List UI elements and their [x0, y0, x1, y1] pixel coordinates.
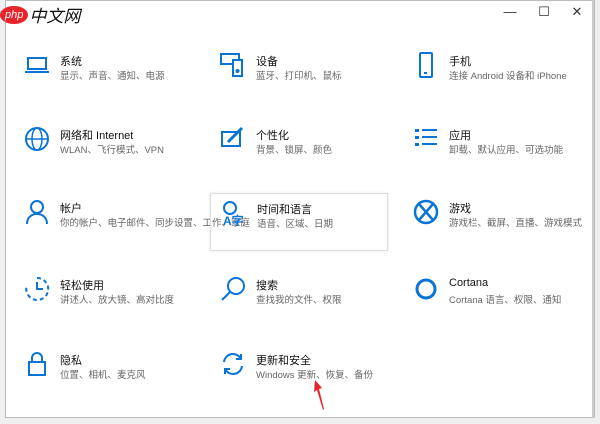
ease-of-access-icon: [24, 276, 50, 302]
personalization-icon: [220, 126, 246, 152]
globe-icon: [24, 126, 50, 152]
scrollbar[interactable]: [592, 0, 594, 418]
tile-subtitle: 游戏栏、截屏、直播、游戏模式: [449, 218, 583, 229]
settings-tile[interactable]: 游戏游戏栏、截屏、直播、游戏模式: [403, 193, 583, 251]
tile-title: 设备: [256, 56, 278, 68]
settings-tile[interactable]: 系统显示、声音、通知、电源: [14, 46, 192, 104]
laptop-icon: [24, 52, 50, 78]
tile-subtitle: 显示、声音、通知、电源: [60, 71, 165, 82]
tile-title: 时间和语言: [257, 204, 312, 216]
tile-subtitle: 背景、锁屏、颜色: [256, 145, 333, 156]
settings-tile[interactable]: 网络和 Internet WLAN、飞行模式、VPN: [14, 120, 192, 178]
close-button[interactable]: ✕: [563, 4, 591, 22]
tile-subtitle: 语音、区域、日期: [257, 219, 334, 230]
tile-title: 游戏: [449, 203, 471, 215]
time-language-icon: A字: [221, 200, 247, 228]
person-icon: [24, 199, 50, 225]
tile-title: 帐户: [60, 203, 82, 215]
settings-tile[interactable]: 隐私位置、相机、麦克风: [14, 345, 192, 403]
tile-subtitle: 查找我的文件、权限: [256, 295, 342, 306]
settings-tile[interactable]: 更新和安全 Windows 更新、恢复、备份: [210, 345, 388, 403]
watermark-logo: php 中文网: [0, 2, 80, 27]
tile-title: Cortana: [449, 277, 489, 289]
tile-title: 应用: [449, 130, 471, 142]
settings-tile[interactable]: 应用卸载、默认应用、可选功能: [403, 120, 581, 178]
settings-tile[interactable]: 手机连接 Android 设备和 iPhone: [403, 46, 581, 104]
cortana-icon: [413, 276, 439, 302]
tile-subtitle: 蓝牙、打印机、鼠标: [256, 71, 342, 82]
devices-icon: [220, 52, 246, 78]
tile-subtitle: 连接 Android 设备和 iPhone: [449, 71, 567, 82]
settings-tile[interactable]: 轻松使用讲述人、放大镜、高对比度: [14, 270, 192, 328]
tile-title: 个性化: [256, 130, 289, 142]
tile-subtitle: WLAN、飞行模式、VPN: [60, 145, 164, 156]
tile-title: 更新和安全: [256, 355, 311, 367]
tile-title: 轻松使用: [60, 280, 104, 292]
tile-subtitle: 讲述人、放大镜、高对比度: [60, 295, 175, 306]
tile-subtitle: Cortana 语言、权限、通知: [449, 295, 562, 306]
settings-tile[interactable]: 帐户 你的帐户、电子邮件、同步设置、工作、家庭: [14, 193, 250, 251]
tile-title: 系统: [60, 56, 82, 68]
settings-tile[interactable]: 设备蓝牙、打印机、鼠标: [210, 46, 388, 104]
settings-tile[interactable]: 个性化背景、锁屏、颜色: [210, 120, 388, 178]
settings-tile[interactable]: Cortana Cortana 语言、权限、通知: [403, 270, 581, 328]
search-icon: [220, 276, 246, 302]
lock-icon: [24, 351, 50, 377]
maximize-button[interactable]: ☐: [530, 4, 558, 22]
phone-icon: [413, 52, 439, 78]
settings-tile[interactable]: A字 时间和语言语音、区域、日期: [210, 193, 388, 251]
tile-title: 手机: [449, 56, 471, 68]
red-arrow-annotation: [314, 380, 324, 410]
apps-icon: [413, 126, 439, 152]
tile-title: 网络和 Internet: [60, 130, 134, 142]
tile-title: 隐私: [60, 355, 82, 367]
tile-subtitle: 位置、相机、麦克风: [60, 370, 146, 381]
xbox-icon: [413, 199, 439, 225]
sync-icon: [220, 351, 246, 377]
minimize-button[interactable]: —: [496, 4, 524, 22]
tile-subtitle: 卸载、默认应用、可选功能: [449, 145, 564, 156]
svg-text:A字: A字: [223, 213, 244, 226]
tile-title: 搜索: [256, 280, 278, 292]
settings-tile[interactable]: 搜索查找我的文件、权限: [210, 270, 388, 328]
